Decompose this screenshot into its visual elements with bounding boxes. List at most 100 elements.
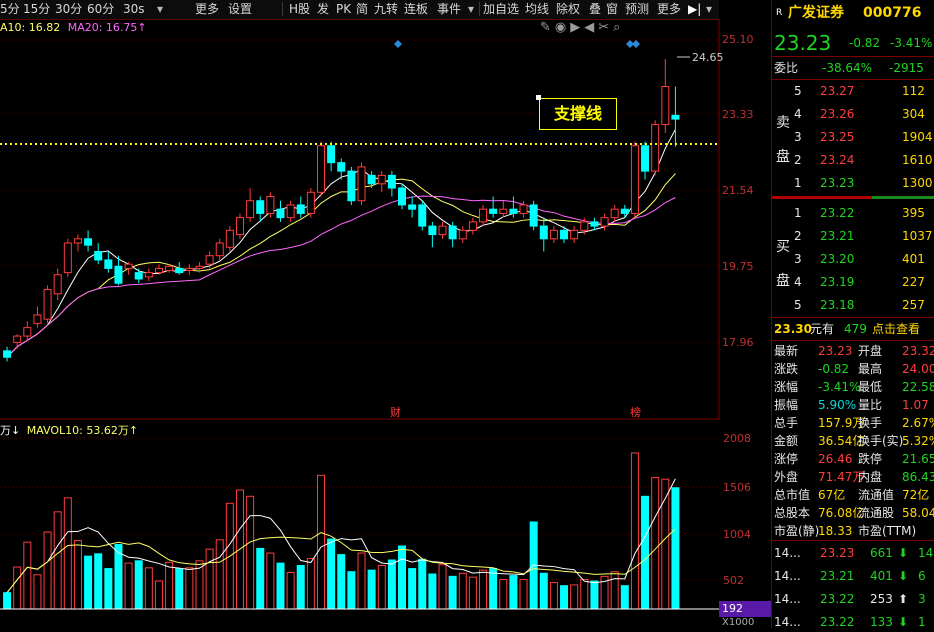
- stat-row[interactable]: 最新 23.23 开盘 23.32: [772, 341, 934, 361]
- ask-row[interactable]: 3 23.25 1904: [772, 127, 934, 147]
- volume-bar[interactable]: [549, 582, 558, 610]
- tick-row[interactable]: 14... 23.23 661 14: [772, 543, 934, 563]
- tick-row[interactable]: 14... 23.21 401 6: [772, 566, 934, 586]
- volume-bar[interactable]: [276, 562, 285, 610]
- volume-bar[interactable]: [357, 552, 366, 610]
- volume-bar[interactable]: [387, 559, 396, 610]
- volume-bar[interactable]: [539, 572, 548, 610]
- stock-code[interactable]: 000776: [863, 2, 921, 24]
- volume-bar[interactable]: [175, 568, 184, 610]
- tick-row[interactable]: 14... 23.22 133 1: [772, 612, 934, 632]
- volume-bar[interactable]: [23, 541, 32, 610]
- bid-row[interactable]: 2 23.21 1037: [772, 226, 934, 246]
- volume-bar[interactable]: [266, 552, 275, 610]
- stat-row[interactable]: 总手157.9万换手2.67%: [772, 413, 934, 433]
- volume-bar[interactable]: [489, 568, 498, 610]
- tick-time: 14...: [774, 546, 801, 560]
- volume-bar[interactable]: [94, 553, 103, 610]
- bid-row[interactable]: 1 23.22 395: [772, 203, 934, 223]
- volume-bar[interactable]: [124, 562, 133, 610]
- volume-bar[interactable]: [408, 568, 417, 610]
- stat-row[interactable]: 涨幅 -3.41% 最低 22.58: [772, 377, 934, 397]
- stat-row[interactable]: 金额36.54亿换手(实)5.32%: [772, 431, 934, 451]
- tick-row[interactable]: 14... 23.22 253 3: [772, 589, 934, 609]
- ask-row[interactable]: 5 23.27 112: [772, 81, 934, 101]
- volume-bar[interactable]: [73, 540, 82, 610]
- volume-bar[interactable]: [256, 547, 265, 610]
- stat-row[interactable]: 涨跌 -0.82 最高 24.00: [772, 359, 934, 379]
- volume-bar[interactable]: [347, 571, 356, 610]
- stat-row[interactable]: 涨停 26.46 跌停 21.65: [772, 449, 934, 469]
- weibi-value: -38.64%: [822, 61, 873, 75]
- volume-bar[interactable]: [651, 477, 660, 610]
- volume-bar[interactable]: [519, 578, 528, 610]
- volume-bar[interactable]: [479, 569, 488, 610]
- volume-bar[interactable]: [327, 538, 336, 610]
- volume-bar[interactable]: [337, 554, 346, 610]
- stat-label: 换手: [858, 416, 883, 430]
- volume-bar[interactable]: [185, 567, 194, 610]
- volume-bar[interactable]: [377, 564, 386, 610]
- bid-row[interactable]: 3 23.20 401: [772, 249, 934, 269]
- volume-bar[interactable]: [43, 531, 52, 610]
- volume-bar[interactable]: [560, 585, 569, 610]
- volume-bar[interactable]: [286, 571, 295, 610]
- volume-bar[interactable]: [509, 575, 518, 610]
- volume-bar[interactable]: [144, 567, 153, 610]
- volume-bar[interactable]: [468, 576, 477, 610]
- volume-bar[interactable]: [499, 578, 508, 610]
- bid-row[interactable]: 5 23.18 257: [772, 295, 934, 315]
- volume-bar[interactable]: [63, 497, 72, 610]
- ask-row[interactable]: 4 23.26 304: [772, 104, 934, 124]
- stat-row[interactable]: 外盘71.47万内盘86.43万: [772, 467, 934, 487]
- volume-bar[interactable]: [134, 560, 143, 610]
- volume-bar[interactable]: [428, 573, 437, 610]
- volume-bar[interactable]: [458, 572, 467, 610]
- volume-bar[interactable]: [590, 580, 599, 610]
- notice-link[interactable]: 点击查看: [872, 319, 920, 339]
- volume-bar[interactable]: [671, 487, 680, 610]
- volume-bar[interactable]: [620, 585, 629, 610]
- ask-row[interactable]: 2 23.24 1610: [772, 150, 934, 170]
- volume-bar[interactable]: [205, 548, 214, 610]
- volume-bar[interactable]: [630, 452, 639, 610]
- volume-bar[interactable]: [418, 558, 427, 610]
- stock-name[interactable]: 广发证券: [788, 2, 844, 24]
- volume-bar[interactable]: [580, 578, 589, 610]
- volume-bar[interactable]: [316, 474, 325, 610]
- volume-bar[interactable]: [438, 564, 447, 610]
- ask-price: 23.24: [820, 153, 855, 167]
- bid-row[interactable]: 4 23.19 227: [772, 272, 934, 292]
- volume-bar[interactable]: [296, 564, 305, 610]
- volume-bar[interactable]: [33, 574, 42, 610]
- stat-row[interactable]: 总股本76.08亿流通股58.04亿: [772, 503, 934, 523]
- volume-bar[interactable]: [610, 571, 619, 610]
- volume-bar[interactable]: [367, 569, 376, 610]
- bid-volume: 401: [902, 252, 925, 266]
- volume-bar[interactable]: [448, 575, 457, 610]
- tick-volume: 253: [870, 592, 893, 606]
- volume-bar[interactable]: [215, 539, 224, 610]
- ask-row[interactable]: 1 23.23 1300: [772, 173, 934, 193]
- volume-bar[interactable]: [53, 511, 62, 610]
- volume-bar[interactable]: [3, 592, 12, 610]
- volume-bar[interactable]: [570, 584, 579, 610]
- volume-bar[interactable]: [84, 555, 93, 610]
- stat-row[interactable]: 市盈(静) 18.33 市盈(TTM): [772, 521, 934, 541]
- ask-price: 23.25: [820, 130, 855, 144]
- stat-row[interactable]: 总市值 67亿 流通值 72亿: [772, 485, 934, 505]
- notice-row[interactable]: 23.30 元有 479 点击查看: [772, 319, 934, 339]
- volume-bar[interactable]: [13, 566, 22, 610]
- tick-time: 14...: [774, 615, 801, 629]
- volume-bar[interactable]: [246, 495, 255, 610]
- volume-chart[interactable]: [0, 0, 771, 628]
- volume-bar[interactable]: [104, 568, 113, 610]
- volume-bar[interactable]: [398, 545, 407, 610]
- volume-bar[interactable]: [165, 561, 174, 610]
- volume-bar[interactable]: [641, 495, 650, 610]
- ask-price: 23.27: [820, 84, 855, 98]
- tick-tail: 14: [918, 546, 934, 560]
- volume-bar[interactable]: [306, 557, 315, 610]
- volume-bar[interactable]: [154, 580, 163, 610]
- stat-row[interactable]: 振幅 5.90% 量比 1.07: [772, 395, 934, 415]
